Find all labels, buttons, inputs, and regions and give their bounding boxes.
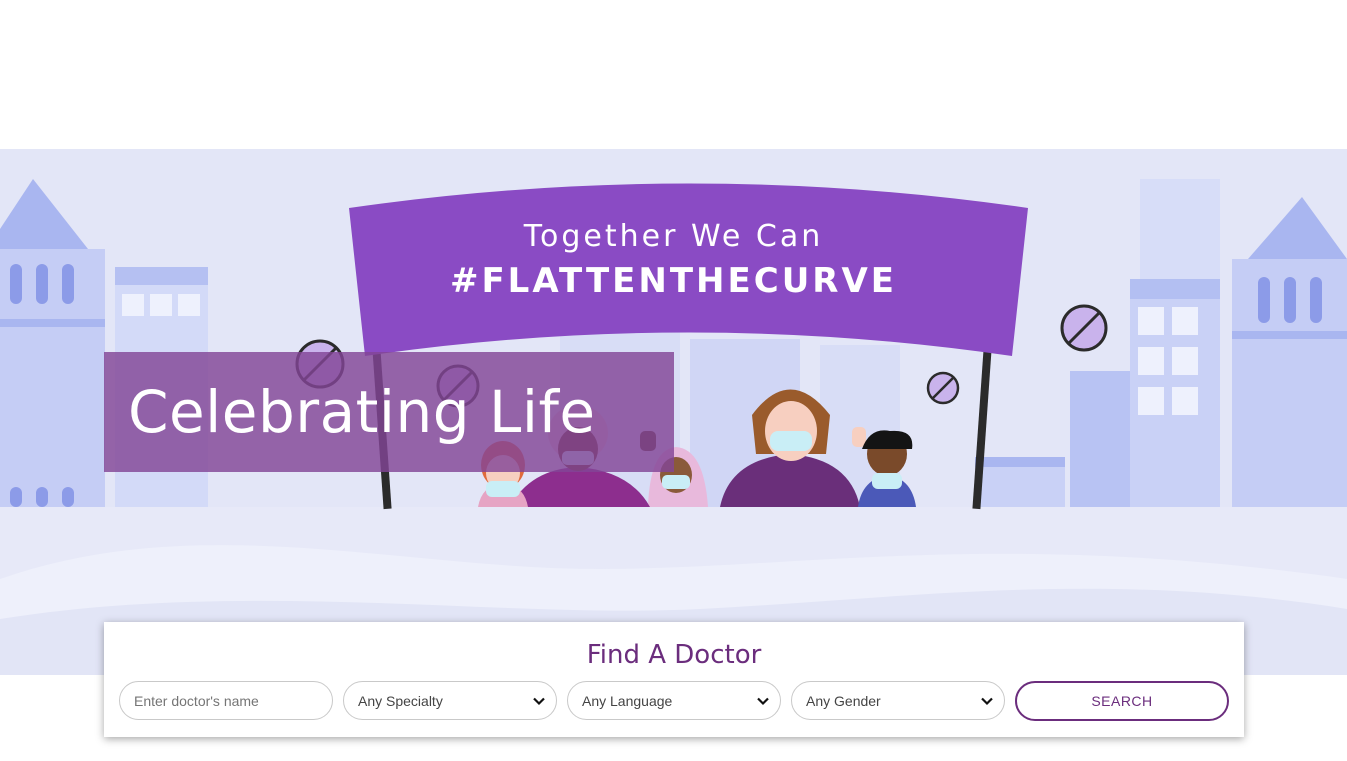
search-button[interactable]: SEARCH: [1015, 681, 1229, 721]
find-doctor-title: Find A Doctor: [586, 640, 762, 670]
banner-line-1: Together We Can: [523, 219, 824, 254]
hero-banner: Together We Can #FLATTENTHECURVE Celebra…: [0, 149, 1347, 675]
gender-select[interactable]: Any Gender: [791, 681, 1005, 720]
language-select[interactable]: Any Language: [567, 681, 781, 720]
gender-value: Any Gender: [806, 692, 881, 709]
chevron-down-icon: [757, 697, 769, 706]
banner-line-2: #FLATTENTHECURVE: [449, 261, 898, 301]
hero-title: Celebrating Life: [128, 378, 596, 446]
no-virus-icon: [926, 371, 960, 405]
specialty-select[interactable]: Any Specialty: [343, 681, 557, 720]
chevron-down-icon: [981, 697, 993, 706]
doctor-name-input[interactable]: Enter doctor's name: [119, 681, 333, 720]
specialty-value: Any Specialty: [358, 692, 443, 709]
language-value: Any Language: [582, 692, 673, 709]
chevron-down-icon: [533, 697, 545, 706]
hero-title-box: Celebrating Life: [104, 352, 674, 472]
no-virus-icon: [1060, 304, 1108, 352]
page: Together We Can #FLATTENTHECURVE Celebra…: [0, 0, 1347, 761]
find-doctor-card: Find A Doctor Enter doctor's name Any Sp…: [104, 622, 1244, 737]
doctor-name-placeholder: Enter doctor's name: [134, 692, 259, 709]
